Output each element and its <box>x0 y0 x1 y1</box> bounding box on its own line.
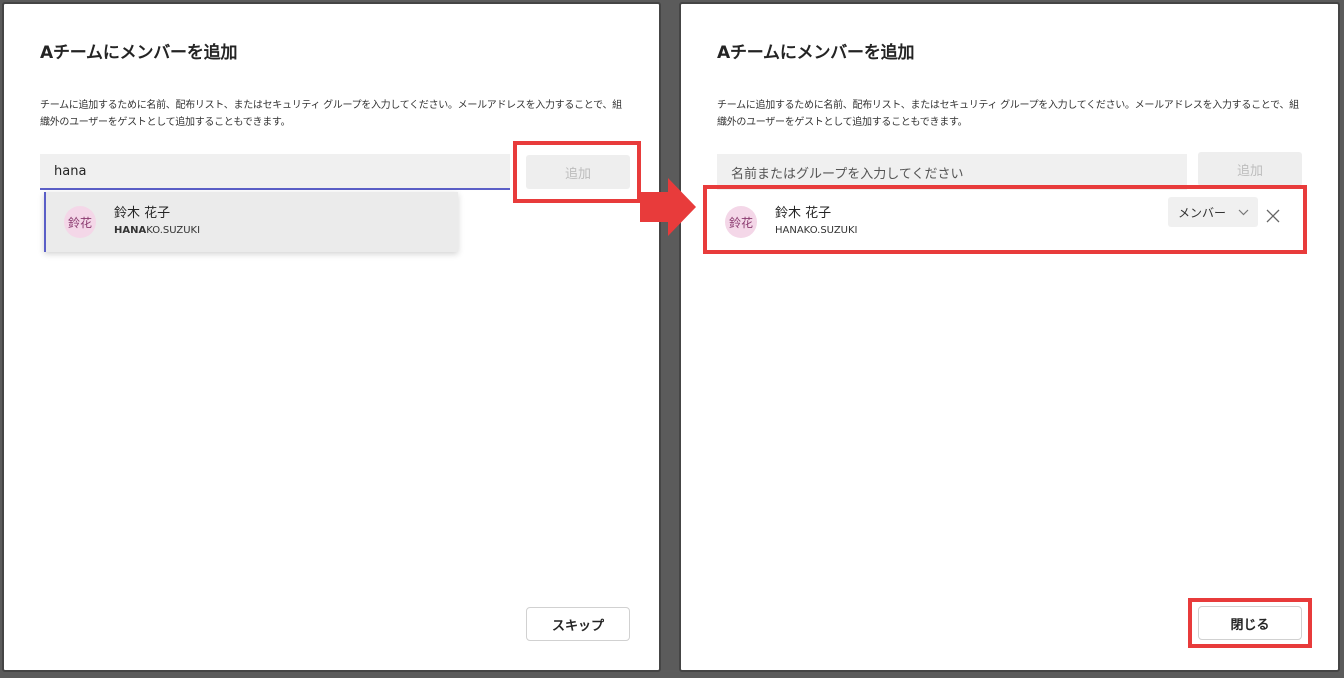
role-select-value: メンバー <box>1178 205 1227 220</box>
search-input-value: hana <box>54 163 87 179</box>
add-member-dialog-after: Aチームにメンバーを追加 チームに追加するために名前、配布リスト、またはセキュリ… <box>679 2 1340 672</box>
add-button[interactable]: 追加 <box>526 155 630 189</box>
suggestion-item[interactable]: 鈴花 鈴木 花子 HANAKO.SUZUKI <box>44 192 458 252</box>
skip-button[interactable]: スキップ <box>526 607 630 641</box>
suggestion-email-rest: KO.SUZUKI <box>146 225 201 236</box>
suggestion-email-match: HANA <box>114 225 147 236</box>
search-input-placeholder: 名前またはグループを入力してください <box>731 166 964 182</box>
suggestion-name: 鈴木 花子 <box>114 206 171 221</box>
close-button[interactable]: 閉じる <box>1198 606 1302 640</box>
dialog-title: Aチームにメンバーを追加 <box>40 43 238 63</box>
suggestion-email: HANAKO.SUZUKI <box>114 222 200 239</box>
dialog-description: チームに追加するために名前、配布リスト、またはセキュリティ グループを入力してく… <box>40 100 622 128</box>
dialog-title: Aチームにメンバーを追加 <box>717 43 915 63</box>
search-input[interactable]: 名前またはグループを入力してください <box>717 154 1187 190</box>
member-name: 鈴木 花子 <box>775 206 832 221</box>
role-select[interactable]: メンバー <box>1168 197 1258 227</box>
add-member-dialog-before: Aチームにメンバーを追加 チームに追加するために名前、配布リスト、またはセキュリ… <box>2 2 661 672</box>
close-icon[interactable] <box>1266 209 1280 227</box>
chevron-down-icon <box>1238 206 1249 219</box>
right-arrow-icon <box>638 178 698 236</box>
dialog-description: チームに追加するために名前、配布リスト、またはセキュリティ グループを入力してく… <box>717 100 1299 128</box>
add-button[interactable]: 追加 <box>1198 152 1302 186</box>
search-input[interactable]: hana <box>40 154 510 190</box>
avatar: 鈴花 <box>64 206 96 238</box>
member-email: HANAKO.SUZUKI <box>775 225 858 236</box>
avatar: 鈴花 <box>725 206 757 238</box>
